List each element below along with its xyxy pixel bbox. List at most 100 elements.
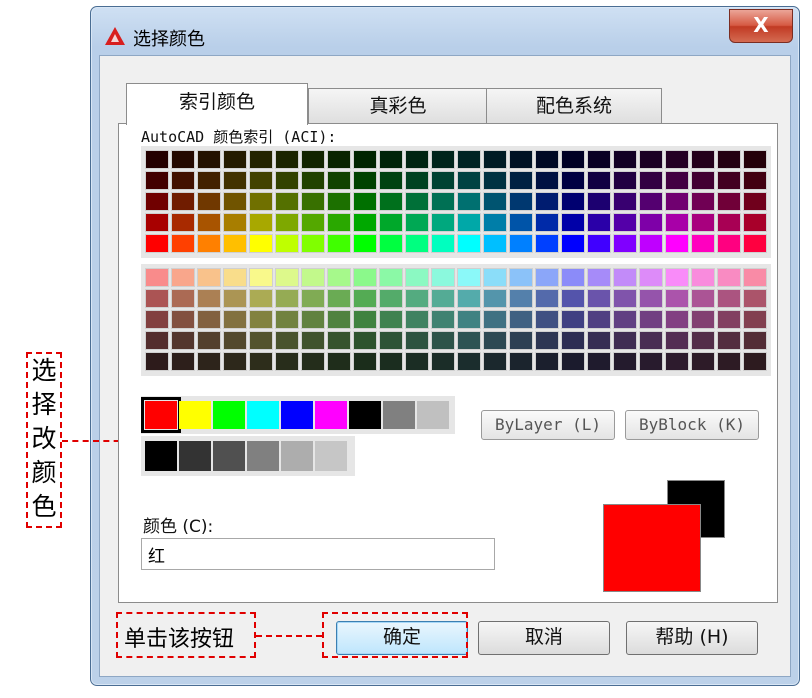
- aci-color-swatch[interactable]: [535, 150, 559, 169]
- aci-color-swatch[interactable]: [145, 289, 169, 308]
- standard-color-swatch[interactable]: [315, 401, 347, 429]
- aci-color-swatch[interactable]: [535, 310, 559, 329]
- aci-color-swatch[interactable]: [353, 192, 377, 211]
- aci-color-swatch[interactable]: [327, 310, 351, 329]
- aci-color-swatch[interactable]: [301, 268, 325, 287]
- aci-color-swatch[interactable]: [327, 268, 351, 287]
- aci-color-swatch[interactable]: [613, 234, 637, 253]
- tab-index-color[interactable]: 索引颜色: [126, 83, 308, 125]
- aci-color-swatch[interactable]: [717, 289, 741, 308]
- aci-color-swatch[interactable]: [457, 171, 481, 190]
- aci-color-swatch[interactable]: [171, 268, 195, 287]
- aci-color-swatch[interactable]: [327, 171, 351, 190]
- aci-color-swatch[interactable]: [327, 150, 351, 169]
- aci-color-swatch[interactable]: [275, 234, 299, 253]
- aci-color-swatch[interactable]: [691, 310, 715, 329]
- aci-color-swatch[interactable]: [379, 310, 403, 329]
- aci-color-swatch[interactable]: [327, 289, 351, 308]
- aci-color-swatch[interactable]: [665, 234, 689, 253]
- aci-color-swatch[interactable]: [509, 192, 533, 211]
- aci-color-swatch[interactable]: [431, 289, 455, 308]
- aci-color-swatch[interactable]: [639, 150, 663, 169]
- aci-color-swatch[interactable]: [613, 268, 637, 287]
- aci-color-swatch[interactable]: [197, 310, 221, 329]
- standard-color-swatch[interactable]: [383, 401, 415, 429]
- aci-color-swatch[interactable]: [249, 310, 273, 329]
- aci-color-swatch[interactable]: [275, 268, 299, 287]
- aci-color-swatch[interactable]: [665, 352, 689, 371]
- aci-color-swatch[interactable]: [275, 192, 299, 211]
- aci-color-swatch[interactable]: [301, 192, 325, 211]
- aci-color-swatch[interactable]: [691, 268, 715, 287]
- aci-color-swatch[interactable]: [145, 268, 169, 287]
- aci-color-swatch[interactable]: [509, 352, 533, 371]
- aci-color-swatch[interactable]: [249, 150, 273, 169]
- aci-color-swatch[interactable]: [301, 352, 325, 371]
- aci-color-swatch[interactable]: [743, 213, 767, 232]
- aci-color-swatch[interactable]: [327, 234, 351, 253]
- standard-color-swatch[interactable]: [213, 401, 245, 429]
- aci-color-swatch[interactable]: [249, 171, 273, 190]
- aci-color-swatch[interactable]: [249, 213, 273, 232]
- aci-color-swatch[interactable]: [223, 213, 247, 232]
- aci-color-swatch[interactable]: [483, 289, 507, 308]
- aci-color-swatch[interactable]: [431, 310, 455, 329]
- aci-color-swatch[interactable]: [483, 331, 507, 350]
- aci-color-swatch[interactable]: [457, 234, 481, 253]
- aci-color-swatch[interactable]: [457, 310, 481, 329]
- aci-color-swatch[interactable]: [431, 213, 455, 232]
- aci-color-swatch[interactable]: [743, 171, 767, 190]
- aci-color-swatch[interactable]: [743, 289, 767, 308]
- aci-color-swatch[interactable]: [457, 289, 481, 308]
- aci-color-swatch[interactable]: [457, 150, 481, 169]
- gray-color-swatch[interactable]: [247, 441, 279, 471]
- aci-color-swatch[interactable]: [249, 331, 273, 350]
- aci-color-swatch[interactable]: [639, 171, 663, 190]
- aci-color-swatch[interactable]: [431, 150, 455, 169]
- aci-color-swatch[interactable]: [509, 171, 533, 190]
- gray-color-swatch[interactable]: [145, 441, 177, 471]
- aci-color-swatch[interactable]: [509, 268, 533, 287]
- aci-color-swatch[interactable]: [353, 352, 377, 371]
- gray-color-swatch[interactable]: [315, 441, 347, 471]
- aci-color-swatch[interactable]: [379, 213, 403, 232]
- tab-true-color[interactable]: 真彩色: [308, 88, 488, 124]
- aci-color-swatch[interactable]: [483, 268, 507, 287]
- aci-color-swatch[interactable]: [327, 213, 351, 232]
- aci-color-swatch[interactable]: [145, 310, 169, 329]
- aci-color-swatch[interactable]: [613, 289, 637, 308]
- aci-color-swatch[interactable]: [665, 310, 689, 329]
- aci-color-swatch[interactable]: [665, 171, 689, 190]
- aci-color-swatch[interactable]: [379, 268, 403, 287]
- aci-color-swatch[interactable]: [171, 150, 195, 169]
- aci-color-swatch[interactable]: [691, 289, 715, 308]
- aci-color-swatch[interactable]: [249, 289, 273, 308]
- aci-color-swatch[interactable]: [301, 171, 325, 190]
- aci-color-swatch[interactable]: [223, 150, 247, 169]
- aci-color-swatch[interactable]: [639, 331, 663, 350]
- aci-color-swatch[interactable]: [717, 192, 741, 211]
- title-bar[interactable]: 选择颜色 X: [91, 7, 799, 53]
- aci-color-swatch[interactable]: [613, 213, 637, 232]
- aci-color-swatch[interactable]: [561, 268, 585, 287]
- aci-color-swatch[interactable]: [275, 213, 299, 232]
- aci-color-swatch[interactable]: [483, 150, 507, 169]
- aci-color-swatch[interactable]: [431, 234, 455, 253]
- aci-color-swatch[interactable]: [431, 331, 455, 350]
- aci-color-swatch[interactable]: [405, 150, 429, 169]
- aci-color-swatch[interactable]: [483, 171, 507, 190]
- aci-color-swatch[interactable]: [613, 331, 637, 350]
- aci-color-swatch[interactable]: [587, 289, 611, 308]
- aci-color-swatch[interactable]: [717, 234, 741, 253]
- aci-color-swatch[interactable]: [145, 213, 169, 232]
- aci-color-swatch[interactable]: [587, 268, 611, 287]
- aci-color-swatch[interactable]: [535, 213, 559, 232]
- aci-color-swatch[interactable]: [639, 213, 663, 232]
- aci-color-swatch[interactable]: [587, 213, 611, 232]
- aci-color-swatch[interactable]: [145, 192, 169, 211]
- aci-color-swatch[interactable]: [353, 213, 377, 232]
- aci-color-swatch[interactable]: [405, 289, 429, 308]
- aci-color-swatch[interactable]: [353, 289, 377, 308]
- aci-color-swatch[interactable]: [353, 331, 377, 350]
- aci-color-swatch[interactable]: [639, 289, 663, 308]
